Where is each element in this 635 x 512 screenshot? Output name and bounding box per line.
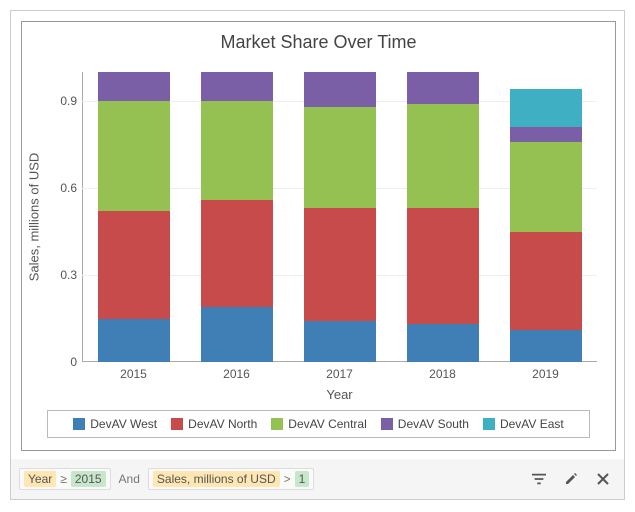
chart-legend: DevAV West DevAV North DevAV Central DevAV … — [47, 410, 590, 438]
legend-swatch — [171, 418, 183, 430]
filter-bar: Year ≥ 2015 And Sales, millions of USD >… — [11, 459, 624, 499]
legend-swatch — [73, 418, 85, 430]
filter-op: > — [284, 472, 291, 486]
chart-bar[interactable] — [201, 72, 273, 362]
filter-value: 1 — [295, 471, 310, 487]
x-tick-label: 2015 — [104, 367, 164, 381]
filter-condition[interactable]: Sales, millions of USD > 1 — [148, 468, 314, 490]
legend-item[interactable]: DevAV South — [381, 417, 469, 431]
legend-swatch — [271, 418, 283, 430]
clear-filter-button[interactable] — [590, 466, 616, 492]
legend-item[interactable]: DevAV North — [171, 417, 257, 431]
chart-bar[interactable] — [510, 89, 582, 362]
chart-bar-segment — [407, 208, 479, 324]
chart-bar[interactable] — [407, 72, 479, 362]
chart-bar-segment — [510, 89, 582, 127]
chart-bar-segment — [304, 107, 376, 209]
filter-joiner: And — [117, 472, 142, 486]
chart-bar-segment — [304, 208, 376, 321]
chart-bar-segment — [98, 319, 170, 363]
chart-bar-segment — [98, 101, 170, 211]
y-axis-label: Sales, millions of USD — [27, 153, 42, 282]
close-icon — [597, 473, 609, 485]
y-tick-label: 0.3 — [47, 268, 77, 282]
legend-item[interactable]: DevAV West — [73, 417, 157, 431]
chart-bar-segment — [304, 321, 376, 362]
legend-label: DevAV East — [500, 417, 564, 431]
chart-bar-segment — [407, 324, 479, 362]
edit-filter-button[interactable] — [558, 466, 584, 492]
chart-title: Market Share Over Time — [22, 32, 615, 53]
chart-bar-segment — [510, 142, 582, 232]
legend-swatch — [483, 418, 495, 430]
filter-value: 2015 — [71, 471, 106, 487]
x-tick-label: 2017 — [310, 367, 370, 381]
filter-field: Year — [24, 471, 56, 487]
chart-bar-segment — [510, 232, 582, 331]
legend-item[interactable]: DevAV Central — [271, 417, 366, 431]
chart-bar-segment — [407, 104, 479, 208]
chart-bar-segment — [98, 72, 170, 101]
legend-swatch — [381, 418, 393, 430]
filter-condition[interactable]: Year ≥ 2015 — [19, 468, 111, 490]
chart-bar-segment — [98, 211, 170, 318]
y-tick-label: 0.9 — [47, 94, 77, 108]
chart-bar-segment — [510, 330, 582, 362]
legend-label: DevAV West — [90, 417, 157, 431]
y-tick-label: 0 — [47, 355, 77, 369]
legend-item[interactable]: DevAV East — [483, 417, 564, 431]
chart-bar-segment — [201, 307, 273, 362]
x-tick-label: 2018 — [413, 367, 473, 381]
filter-editor-button[interactable] — [526, 466, 552, 492]
chart-bar-segment — [407, 72, 479, 104]
pencil-icon — [564, 472, 578, 486]
chart-bar-segment — [201, 72, 273, 101]
filter-lines-icon — [532, 472, 546, 486]
y-axis-line — [82, 72, 83, 362]
chart-bar[interactable] — [98, 72, 170, 362]
y-tick-label: 0.6 — [47, 181, 77, 195]
chart-bar-segment — [304, 72, 376, 107]
app-window: Market Share Over Time Sales, millions o… — [10, 10, 625, 500]
chart-bar-segment — [201, 200, 273, 307]
filter-op: ≥ — [60, 472, 67, 486]
x-axis-label: Year — [82, 387, 597, 402]
legend-label: DevAV Central — [288, 417, 366, 431]
legend-label: DevAV South — [398, 417, 469, 431]
chart-bar-segment — [510, 127, 582, 142]
chart-bar[interactable] — [304, 72, 376, 362]
plot-area: Sales, millions of USD Year 00.30.60.920… — [82, 72, 597, 362]
chart-frame: Market Share Over Time Sales, millions o… — [21, 21, 616, 451]
x-tick-label: 2016 — [207, 367, 267, 381]
filter-field: Sales, millions of USD — [153, 471, 280, 487]
legend-label: DevAV North — [188, 417, 257, 431]
x-tick-label: 2019 — [516, 367, 576, 381]
chart-bar-segment — [201, 101, 273, 200]
